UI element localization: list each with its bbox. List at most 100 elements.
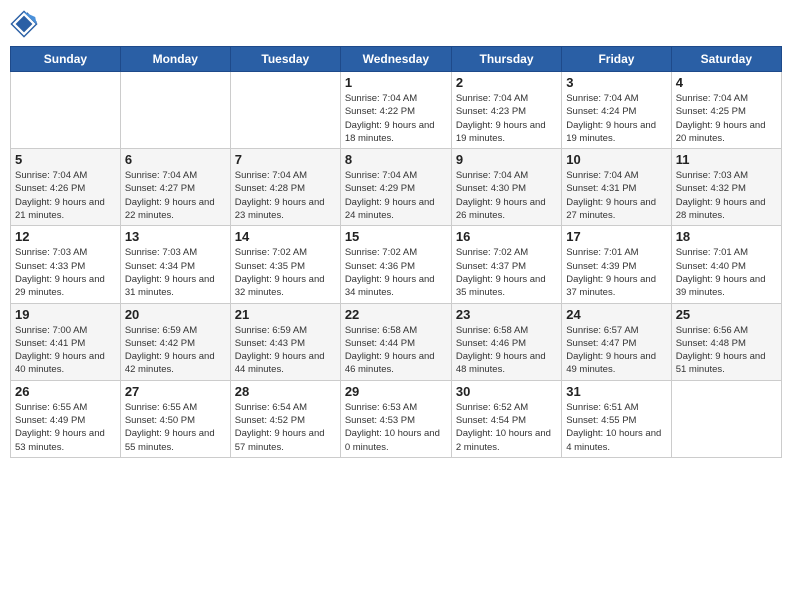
calendar-cell: 28 Sunrise: 6:54 AM Sunset: 4:52 PM Dayli… (230, 380, 340, 457)
calendar-cell: 2 Sunrise: 7:04 AM Sunset: 4:23 PM Daylig… (451, 72, 561, 149)
calendar-cell: 10 Sunrise: 7:04 AM Sunset: 4:31 PM Dayli… (562, 149, 671, 226)
day-info: Sunrise: 6:59 AM Sunset: 4:43 PM Dayligh… (235, 324, 336, 377)
day-info: Sunrise: 7:03 AM Sunset: 4:34 PM Dayligh… (125, 246, 226, 299)
day-number: 13 (125, 229, 226, 244)
day-info: Sunrise: 7:04 AM Sunset: 4:23 PM Dayligh… (456, 92, 557, 145)
day-number: 9 (456, 152, 557, 167)
day-number: 12 (15, 229, 116, 244)
day-info: Sunrise: 6:59 AM Sunset: 4:42 PM Dayligh… (125, 324, 226, 377)
day-info: Sunrise: 7:04 AM Sunset: 4:22 PM Dayligh… (345, 92, 447, 145)
calendar-cell: 25 Sunrise: 6:56 AM Sunset: 4:48 PM Dayli… (671, 303, 781, 380)
header-saturday: Saturday (671, 47, 781, 72)
day-info: Sunrise: 6:54 AM Sunset: 4:52 PM Dayligh… (235, 401, 336, 454)
calendar-cell: 7Sunrise: 7:04 AM Sunset: 4:28 PM Daylig… (230, 149, 340, 226)
calendar-week-row: 19 Sunrise: 7:00 AM Sunset: 4:41 PM Dayli… (11, 303, 782, 380)
day-number: 4 (676, 75, 777, 90)
day-info: Sunrise: 7:01 AM Sunset: 4:39 PM Dayligh… (566, 246, 666, 299)
day-number: 29 (345, 384, 447, 399)
day-info: Sunrise: 7:02 AM Sunset: 4:37 PM Dayligh… (456, 246, 557, 299)
day-info: Sunrise: 7:04 AM Sunset: 4:24 PM Dayligh… (566, 92, 666, 145)
calendar-cell: 4Sunrise: 7:04 AM Sunset: 4:25 PM Daylig… (671, 72, 781, 149)
calendar-cell: 13 Sunrise: 7:03 AM Sunset: 4:34 PM Dayli… (120, 226, 230, 303)
day-number: 25 (676, 307, 777, 322)
calendar-table: Sunday Monday Tuesday Wednesday Thursday… (10, 46, 782, 458)
calendar-cell: 24 Sunrise: 6:57 AM Sunset: 4:47 PM Dayli… (562, 303, 671, 380)
day-number: 15 (345, 229, 447, 244)
calendar-cell: 12 Sunrise: 7:03 AM Sunset: 4:33 PM Dayli… (11, 226, 121, 303)
calendar-cell (671, 380, 781, 457)
day-info: Sunrise: 7:03 AM Sunset: 4:33 PM Dayligh… (15, 246, 116, 299)
day-info: Sunrise: 6:58 AM Sunset: 4:44 PM Dayligh… (345, 324, 447, 377)
day-number: 14 (235, 229, 336, 244)
header-sunday: Sunday (11, 47, 121, 72)
logo (10, 10, 40, 38)
calendar-cell: 23 Sunrise: 6:58 AM Sunset: 4:46 PM Dayli… (451, 303, 561, 380)
calendar-cell: 31 Sunrise: 6:51 AM Sunset: 4:55 PM Dayli… (562, 380, 671, 457)
day-number: 10 (566, 152, 666, 167)
calendar-week-row: 1 Sunrise: 7:04 AM Sunset: 4:22 PM Daylig… (11, 72, 782, 149)
day-info: Sunrise: 7:00 AM Sunset: 4:41 PM Dayligh… (15, 324, 116, 377)
calendar-cell: 14Sunrise: 7:02 AM Sunset: 4:35 PM Dayli… (230, 226, 340, 303)
day-number: 30 (456, 384, 557, 399)
calendar-week-row: 12 Sunrise: 7:03 AM Sunset: 4:33 PM Dayli… (11, 226, 782, 303)
day-number: 23 (456, 307, 557, 322)
calendar-week-row: 5 Sunrise: 7:04 AM Sunset: 4:26 PM Daylig… (11, 149, 782, 226)
page-header (10, 10, 782, 38)
day-number: 27 (125, 384, 226, 399)
day-info: Sunrise: 6:55 AM Sunset: 4:50 PM Dayligh… (125, 401, 226, 454)
day-number: 19 (15, 307, 116, 322)
day-info: Sunrise: 6:51 AM Sunset: 4:55 PM Dayligh… (566, 401, 666, 454)
day-info: Sunrise: 6:52 AM Sunset: 4:54 PM Dayligh… (456, 401, 557, 454)
day-info: Sunrise: 6:58 AM Sunset: 4:46 PM Dayligh… (456, 324, 557, 377)
calendar-cell: 11 Sunrise: 7:03 AM Sunset: 4:32 PM Dayli… (671, 149, 781, 226)
day-info: Sunrise: 6:55 AM Sunset: 4:49 PM Dayligh… (15, 401, 116, 454)
day-info: Sunrise: 6:53 AM Sunset: 4:53 PM Dayligh… (345, 401, 447, 454)
calendar-cell: 9 Sunrise: 7:04 AM Sunset: 4:30 PM Daylig… (451, 149, 561, 226)
calendar-cell: 17Sunrise: 7:01 AM Sunset: 4:39 PM Dayli… (562, 226, 671, 303)
header-wednesday: Wednesday (340, 47, 451, 72)
calendar-cell: 5 Sunrise: 7:04 AM Sunset: 4:26 PM Daylig… (11, 149, 121, 226)
day-info: Sunrise: 7:02 AM Sunset: 4:36 PM Dayligh… (345, 246, 447, 299)
day-info: Sunrise: 7:03 AM Sunset: 4:32 PM Dayligh… (676, 169, 777, 222)
calendar-cell: 30 Sunrise: 6:52 AM Sunset: 4:54 PM Dayli… (451, 380, 561, 457)
day-number: 3 (566, 75, 666, 90)
calendar-cell: 27 Sunrise: 6:55 AM Sunset: 4:50 PM Dayli… (120, 380, 230, 457)
day-info: Sunrise: 7:04 AM Sunset: 4:29 PM Dayligh… (345, 169, 447, 222)
calendar-cell (230, 72, 340, 149)
logo-icon (10, 10, 38, 38)
calendar-cell: 18Sunrise: 7:01 AM Sunset: 4:40 PM Dayli… (671, 226, 781, 303)
calendar-cell (11, 72, 121, 149)
day-number: 2 (456, 75, 557, 90)
day-number: 24 (566, 307, 666, 322)
calendar-header-row: Sunday Monday Tuesday Wednesday Thursday… (11, 47, 782, 72)
calendar-cell: 19 Sunrise: 7:00 AM Sunset: 4:41 PM Dayli… (11, 303, 121, 380)
calendar-cell: 16 Sunrise: 7:02 AM Sunset: 4:37 PM Dayli… (451, 226, 561, 303)
day-info: Sunrise: 7:04 AM Sunset: 4:28 PM Dayligh… (235, 169, 336, 222)
day-number: 6 (125, 152, 226, 167)
calendar-cell: 6Sunrise: 7:04 AM Sunset: 4:27 PM Daylig… (120, 149, 230, 226)
calendar-cell: 26 Sunrise: 6:55 AM Sunset: 4:49 PM Dayli… (11, 380, 121, 457)
day-info: Sunrise: 6:56 AM Sunset: 4:48 PM Dayligh… (676, 324, 777, 377)
day-number: 28 (235, 384, 336, 399)
day-number: 20 (125, 307, 226, 322)
calendar-cell: 29 Sunrise: 6:53 AM Sunset: 4:53 PM Dayli… (340, 380, 451, 457)
calendar-cell: 15 Sunrise: 7:02 AM Sunset: 4:36 PM Dayli… (340, 226, 451, 303)
day-number: 8 (345, 152, 447, 167)
calendar-cell: 21Sunrise: 6:59 AM Sunset: 4:43 PM Dayli… (230, 303, 340, 380)
day-info: Sunrise: 7:04 AM Sunset: 4:30 PM Dayligh… (456, 169, 557, 222)
day-info: Sunrise: 7:04 AM Sunset: 4:31 PM Dayligh… (566, 169, 666, 222)
day-number: 1 (345, 75, 447, 90)
day-number: 26 (15, 384, 116, 399)
day-number: 31 (566, 384, 666, 399)
day-number: 11 (676, 152, 777, 167)
day-number: 16 (456, 229, 557, 244)
day-info: Sunrise: 7:04 AM Sunset: 4:26 PM Dayligh… (15, 169, 116, 222)
day-number: 18 (676, 229, 777, 244)
header-friday: Friday (562, 47, 671, 72)
day-number: 5 (15, 152, 116, 167)
calendar-cell: 3 Sunrise: 7:04 AM Sunset: 4:24 PM Daylig… (562, 72, 671, 149)
calendar-cell: 22Sunrise: 6:58 AM Sunset: 4:44 PM Dayli… (340, 303, 451, 380)
day-info: Sunrise: 6:57 AM Sunset: 4:47 PM Dayligh… (566, 324, 666, 377)
calendar-cell: 8 Sunrise: 7:04 AM Sunset: 4:29 PM Daylig… (340, 149, 451, 226)
calendar-cell (120, 72, 230, 149)
